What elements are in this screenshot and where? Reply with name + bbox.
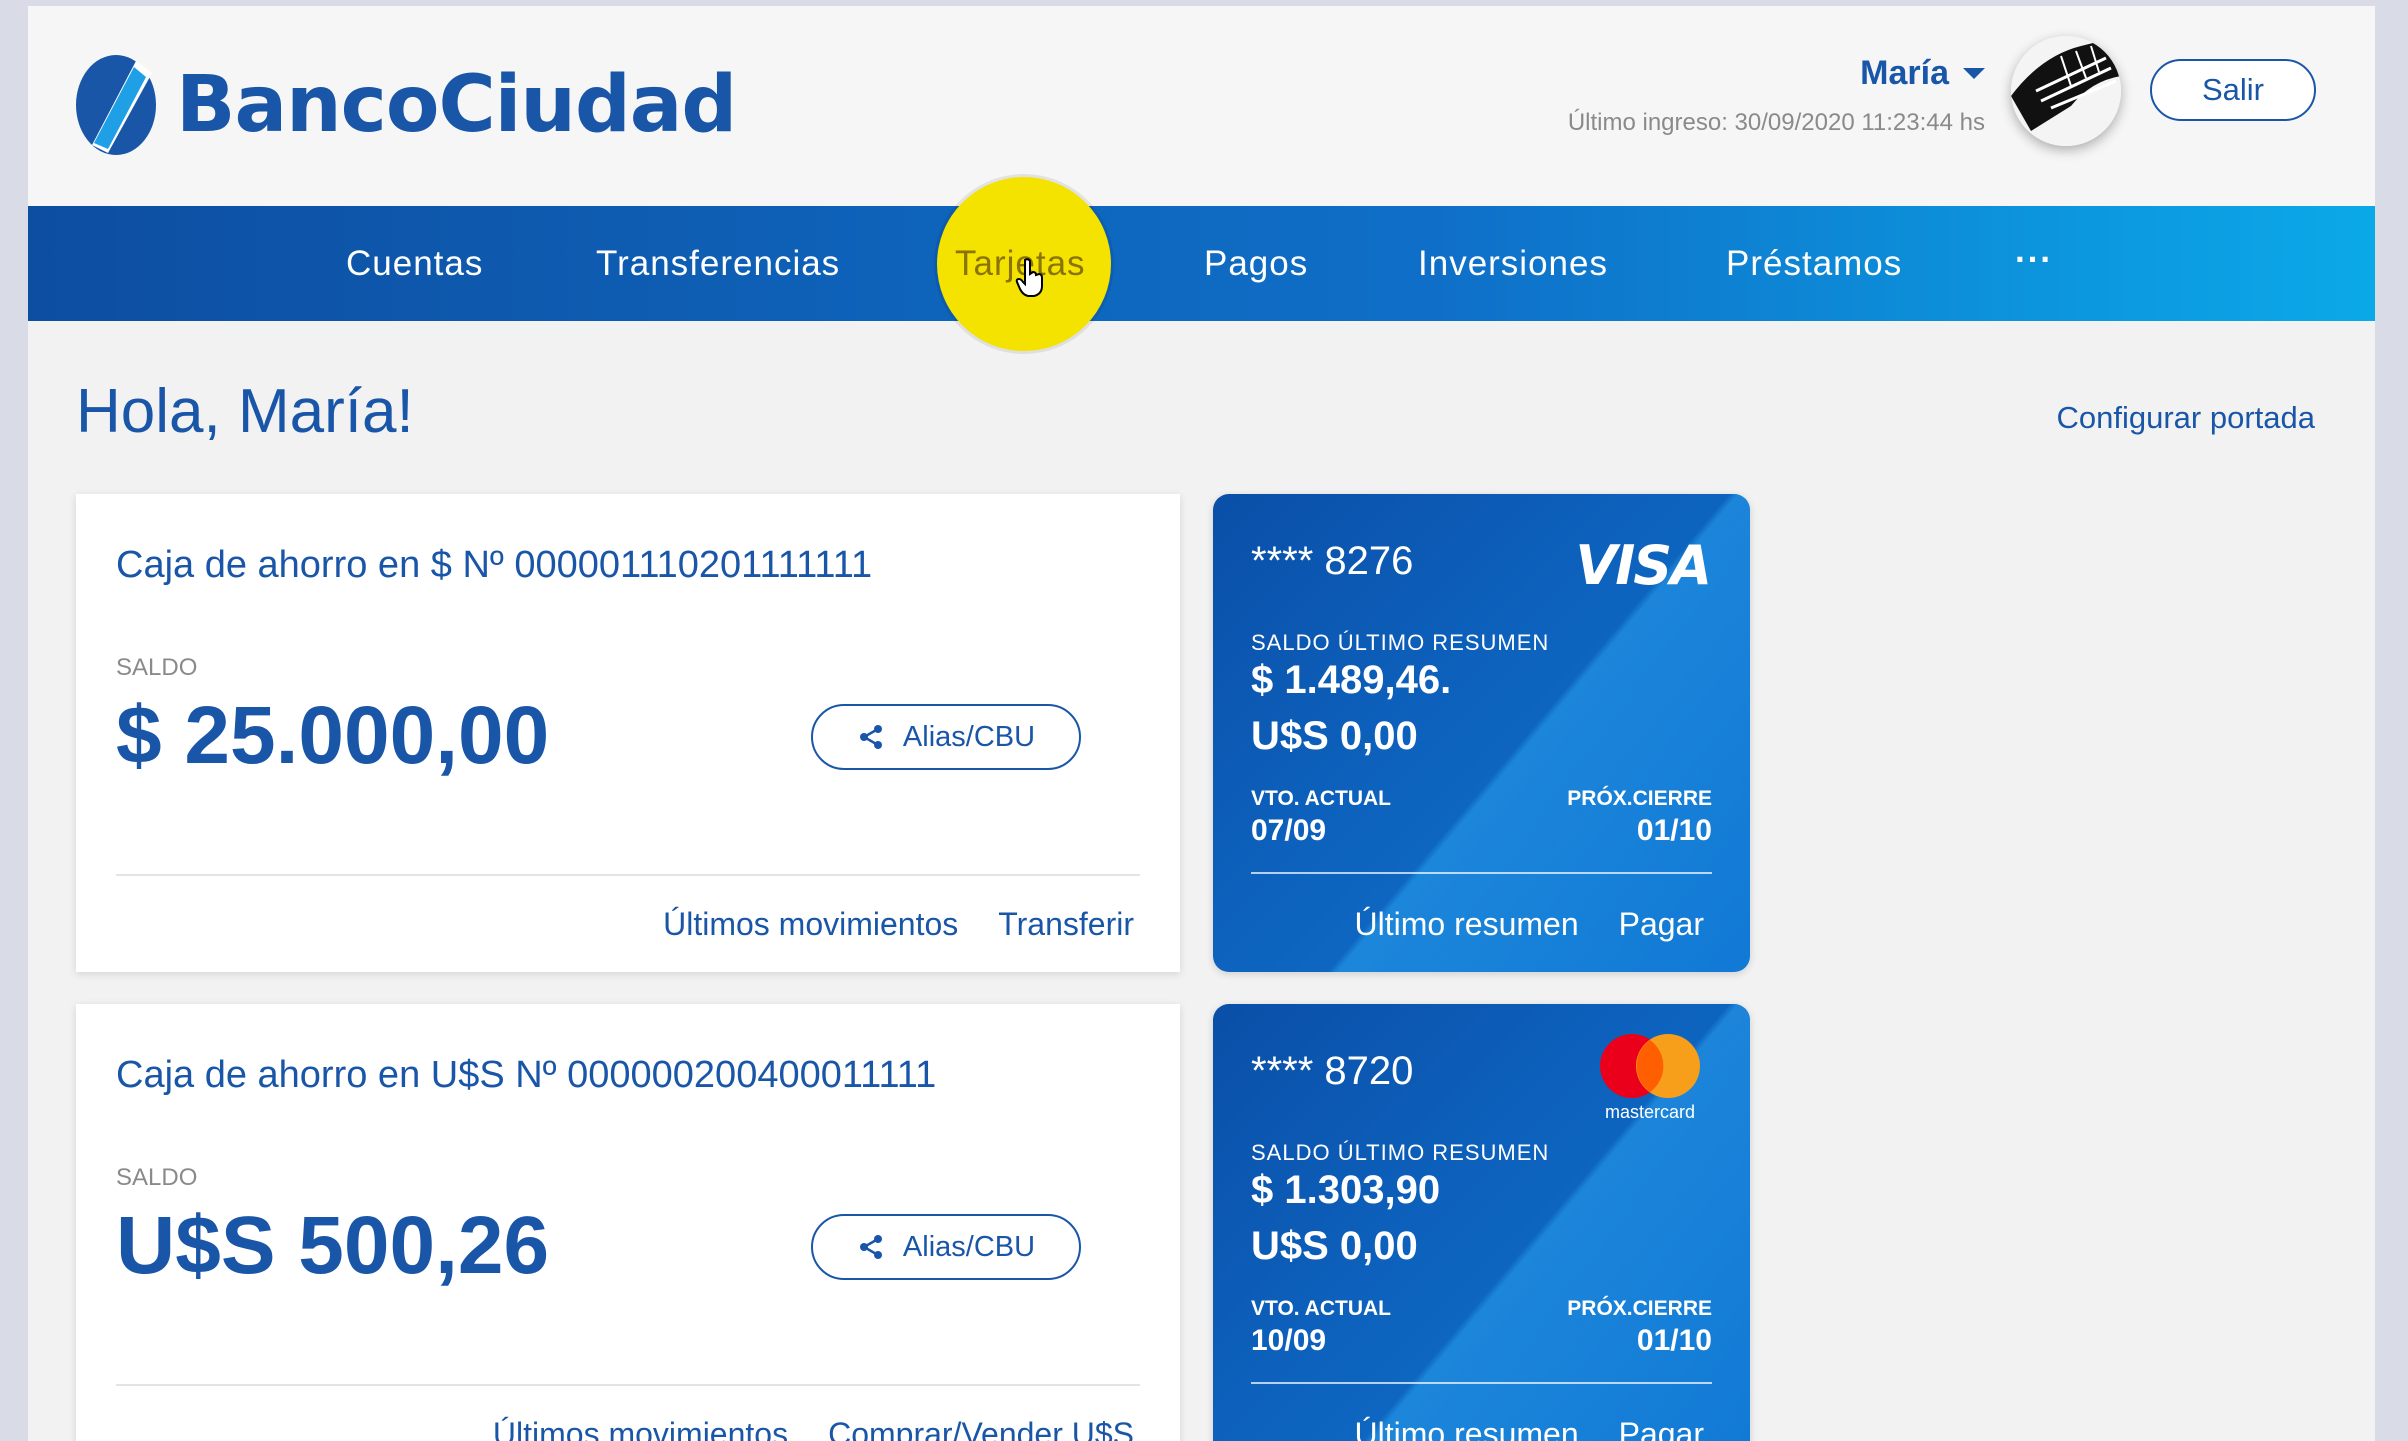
next-closing-label: PRÓX.CIERRE <box>1567 1297 1712 1320</box>
card-actions: Último resumen Pagar <box>1355 1416 1704 1441</box>
nav-cuentas[interactable]: Cuentas <box>346 206 483 321</box>
statement-balance-label: SALDO ÚLTIMO RESUMEN <box>1251 1140 1550 1165</box>
page-title: Hola, María! <box>76 377 414 446</box>
balance-label: SALDO <box>116 1164 198 1191</box>
last-movements-link[interactable]: Últimos movimientos <box>493 1416 788 1441</box>
due-date: 07/09 <box>1251 814 1327 847</box>
configure-home-link[interactable]: Configurar portada <box>2057 400 2316 436</box>
chevron-down-icon <box>1963 68 1985 79</box>
logo-text: BancoCiudad <box>176 60 737 150</box>
nav-inversiones[interactable]: Inversiones <box>1418 206 1608 321</box>
logout-button[interactable]: Salir <box>2150 59 2316 121</box>
share-icon <box>859 725 882 749</box>
hand-cursor-icon <box>1015 258 1043 297</box>
next-closing-date: 01/10 <box>1636 1324 1712 1357</box>
nav-transferencias[interactable]: Transferencias <box>596 206 840 321</box>
alias-cbu-button[interactable]: Alias/CBU <box>811 1214 1081 1280</box>
transfer-link[interactable]: Transferir <box>998 906 1134 943</box>
due-date: 10/09 <box>1251 1324 1327 1357</box>
statement-balance-dollars: U$S 0,00 <box>1251 1224 1418 1268</box>
account-actions: Últimos movimientos Transferir <box>663 906 1134 943</box>
mastercard-circles <box>1600 1034 1700 1098</box>
divider <box>1251 1382 1712 1384</box>
user-info: María Último ingreso: 30/09/2020 11:23:4… <box>1568 54 1985 137</box>
account-actions: Últimos movimientos Comprar/Vender U$S <box>493 1416 1134 1441</box>
divider <box>116 874 1140 876</box>
account-card-dolares: Caja de ahorro en U$S Nº 000000200400011… <box>76 1004 1180 1441</box>
card-number: **** 8720 <box>1251 1049 1414 1093</box>
last-statement-link[interactable]: Último resumen <box>1355 906 1579 943</box>
alias-cbu-label: Alias/CBU <box>902 720 1036 753</box>
last-login: Último ingreso: 30/09/2020 11:23:44 hs <box>1567 109 1985 136</box>
credit-card-mastercard[interactable]: **** 8720 mastercard SALDO ÚLTIMO RESUME… <box>1213 1004 1750 1441</box>
account-title: Caja de ahorro en $ Nº 00000111020111111… <box>116 544 873 586</box>
divider <box>116 1384 1140 1386</box>
buy-sell-usd-link[interactable]: Comprar/Vender U$S <box>828 1416 1134 1441</box>
pay-link[interactable]: Pagar <box>1619 906 1704 943</box>
balance-label: SALDO <box>116 654 198 681</box>
divider <box>1251 872 1712 874</box>
alias-cbu-button[interactable]: Alias/CBU <box>811 704 1081 770</box>
user-menu[interactable]: María <box>1860 54 1985 93</box>
top-header: BancoCiudad María Último ingreso: 30/09/… <box>28 6 2375 206</box>
credit-card-visa[interactable]: **** 8276 VISA SALDO ÚLTIMO RESUMEN $ 1.… <box>1213 494 1750 972</box>
alias-cbu-label: Alias/CBU <box>902 1230 1036 1263</box>
next-closing-label: PRÓX.CIERRE <box>1567 787 1712 810</box>
due-date-label: VTO. ACTUAL <box>1251 787 1391 810</box>
logo-icon <box>76 55 156 155</box>
nav-prestamos[interactable]: Préstamos <box>1726 206 1902 321</box>
card-actions: Último resumen Pagar <box>1355 906 1704 943</box>
last-movements-link[interactable]: Últimos movimientos <box>663 906 958 943</box>
statement-balance-dollars: U$S 0,00 <box>1251 714 1418 758</box>
visa-logo-icon: VISA <box>1575 534 1712 597</box>
statement-balance-pesos: $ 1.489,46. <box>1251 658 1452 702</box>
pay-link[interactable]: Pagar <box>1619 1416 1704 1441</box>
balance-value: U$S 500,26 <box>116 1200 550 1291</box>
last-statement-link[interactable]: Último resumen <box>1355 1416 1579 1441</box>
nav-pagos[interactable]: Pagos <box>1204 206 1308 321</box>
avatar[interactable] <box>2011 36 2121 146</box>
mastercard-wordmark: mastercard <box>1604 1102 1696 1122</box>
share-icon <box>859 1235 882 1259</box>
app-window: BancoCiudad María Último ingreso: 30/09/… <box>28 6 2375 1441</box>
next-closing-date: 01/10 <box>1636 814 1712 847</box>
statement-balance-label: SALDO ÚLTIMO RESUMEN <box>1251 630 1550 655</box>
statement-balance-pesos: $ 1.303,90 <box>1251 1168 1441 1212</box>
account-title: Caja de ahorro en U$S Nº 000000200400011… <box>116 1054 937 1096</box>
card-number: **** 8276 <box>1251 539 1414 583</box>
nav-more[interactable]: ··· <box>2015 202 2053 317</box>
account-card-pesos: Caja de ahorro en $ Nº 00000111020111111… <box>76 494 1180 972</box>
bank-logo[interactable]: BancoCiudad <box>74 53 737 157</box>
due-date-label: VTO. ACTUAL <box>1251 1297 1391 1320</box>
mastercard-logo-icon: mastercard <box>1594 1032 1706 1128</box>
user-name: María <box>1860 54 1949 92</box>
balance-value: $ 25.000,00 <box>116 690 550 781</box>
avatar-image <box>2011 36 2121 146</box>
